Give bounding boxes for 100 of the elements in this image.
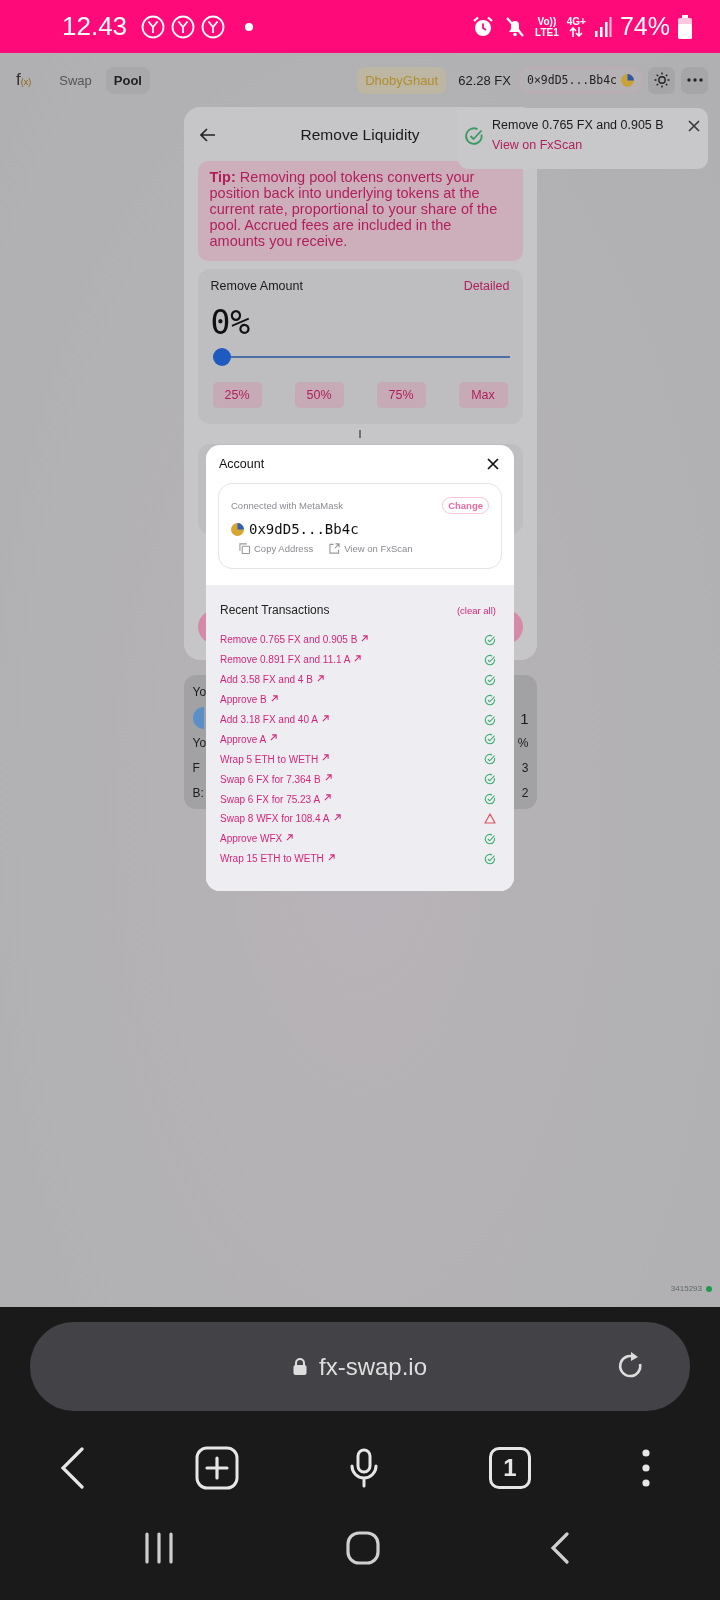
y-circle-icon bbox=[171, 14, 196, 39]
check-circle-icon bbox=[484, 832, 496, 845]
position-label: Yo bbox=[192, 685, 207, 699]
more-button[interactable] bbox=[681, 66, 708, 94]
arrow-up-right-icon bbox=[324, 794, 332, 802]
check-circle-icon bbox=[484, 693, 496, 706]
check-circle-icon bbox=[484, 713, 496, 726]
check-circle-icon bbox=[484, 653, 496, 666]
position-label: B: bbox=[192, 786, 204, 800]
copy-icon bbox=[239, 543, 250, 554]
detailed-link[interactable]: Detailed bbox=[463, 279, 510, 293]
check-circle-icon bbox=[484, 852, 496, 865]
preset-button[interactable]: Max bbox=[458, 382, 508, 408]
tabs-button[interactable]: 1 bbox=[489, 1447, 531, 1489]
check-circle-icon bbox=[484, 733, 496, 746]
y-circle-icon bbox=[141, 14, 166, 39]
close-button[interactable] bbox=[688, 120, 700, 132]
section-title: Recent Transactions bbox=[220, 603, 330, 617]
status-dot-icon bbox=[706, 1285, 712, 1292]
more-icon[interactable] bbox=[642, 1449, 650, 1487]
balance-text: 62.28 FX bbox=[458, 72, 511, 88]
check-circle-icon bbox=[484, 773, 496, 786]
transaction-link[interactable]: Remove 0.765 FX and 0.905 B bbox=[220, 634, 369, 646]
transaction-link[interactable]: Add 3.18 FX and 40 A bbox=[220, 714, 329, 725]
transaction-link[interactable]: Approve B bbox=[220, 694, 278, 706]
arrow-up-right-icon bbox=[322, 754, 330, 762]
clock-time: 12.43 bbox=[62, 11, 128, 42]
tip-text: Tip: Removing pool tokens converts your position back into underlying tokens at the current rate, proportional to your share of the pool. Accrued fees are included in the amounts you receive. bbox=[197, 161, 523, 261]
close-icon bbox=[688, 120, 700, 132]
arrow-up-right-icon bbox=[333, 813, 341, 821]
close-button[interactable] bbox=[487, 458, 499, 470]
data-arrows-icon bbox=[569, 27, 584, 37]
slider-thumb[interactable] bbox=[212, 348, 231, 366]
arrow-up-right-icon bbox=[324, 774, 332, 782]
transaction-link[interactable]: Add 3.58 FX and 4 B bbox=[220, 674, 324, 686]
network-label: Vo)) bbox=[537, 15, 557, 27]
position-value: % bbox=[517, 736, 529, 750]
connection-label: Connected with MetaMask bbox=[231, 500, 343, 511]
clear-all-link[interactable]: (clear all) bbox=[456, 604, 496, 616]
arrow-up-right-icon bbox=[316, 674, 324, 682]
transaction-link[interactable]: Wrap 15 ETH to WETH bbox=[220, 853, 335, 865]
transaction-link[interactable]: Swap 8 WFX for 108.4 A bbox=[220, 813, 341, 825]
dot-icon bbox=[245, 22, 254, 31]
check-circle-icon bbox=[484, 793, 496, 806]
position-label: F bbox=[192, 761, 200, 775]
back-button[interactable] bbox=[197, 126, 218, 144]
arrow-up-right-icon bbox=[270, 694, 278, 702]
back-icon[interactable] bbox=[60, 1447, 84, 1489]
theme-button[interactable] bbox=[648, 66, 675, 94]
nav-tab[interactable]: Swap bbox=[51, 66, 100, 94]
change-button[interactable]: Change bbox=[442, 497, 489, 514]
microphone-icon[interactable] bbox=[350, 1448, 378, 1488]
transaction-link[interactable]: Remove 0.891 FX and 11.1 A bbox=[220, 654, 362, 666]
lock-icon bbox=[292, 1358, 307, 1375]
explorer-link[interactable]: View on FxScan bbox=[492, 138, 583, 152]
preset-button[interactable]: 25% bbox=[212, 382, 262, 408]
dialog-title: Account bbox=[219, 457, 265, 471]
arrow-up-right-icon bbox=[354, 654, 362, 662]
block-number: 3415293 bbox=[670, 1284, 702, 1293]
url-text: fx-swap.io bbox=[318, 1352, 427, 1381]
wallet-avatar-icon bbox=[621, 73, 634, 87]
position-label: Yo bbox=[192, 736, 207, 750]
copy-address-link[interactable]: Copy Address bbox=[239, 543, 314, 554]
arrow-up-right-icon bbox=[286, 833, 294, 841]
back-icon[interactable] bbox=[550, 1532, 570, 1564]
logo[interactable]: f(x) bbox=[16, 70, 32, 90]
transaction-link[interactable]: Approve WFX bbox=[220, 833, 294, 845]
explorer-link[interactable]: View on FxScan bbox=[329, 543, 413, 554]
transaction-link[interactable]: Approve A bbox=[220, 733, 278, 745]
network-label: LTE1 bbox=[535, 26, 559, 38]
position-value: 2 bbox=[521, 786, 529, 800]
signal-icon bbox=[593, 15, 612, 38]
sun-icon bbox=[653, 72, 670, 88]
position-value: 1 bbox=[520, 709, 529, 727]
network-label: 4G+ bbox=[566, 16, 586, 27]
amount-label: Remove Amount bbox=[210, 279, 303, 293]
wallet-button[interactable]: 0×9dD5...Bb4c bbox=[519, 67, 642, 93]
preset-button[interactable]: 75% bbox=[376, 382, 426, 408]
position-value: 3 bbox=[521, 761, 529, 775]
wallet-avatar-icon bbox=[231, 522, 244, 536]
preset-button[interactable]: 50% bbox=[294, 382, 344, 408]
nav-tab[interactable]: Pool bbox=[105, 66, 150, 94]
recent-apps-icon[interactable] bbox=[143, 1532, 175, 1564]
address-bar[interactable]: fx-swap.io bbox=[30, 1322, 690, 1411]
transaction-link[interactable]: Wrap 5 ETH to WETH bbox=[220, 753, 330, 765]
check-circle-icon bbox=[464, 126, 484, 146]
percent-value: 0% bbox=[210, 303, 252, 342]
new-tab-icon[interactable] bbox=[195, 1446, 239, 1490]
battery-icon bbox=[678, 14, 692, 39]
wallet-address: 0x9dD5...Bb4c bbox=[249, 521, 359, 537]
transaction-link[interactable]: Swap 6 FX for 75.23 A bbox=[220, 793, 332, 805]
check-circle-icon bbox=[484, 633, 496, 646]
arrow-up-right-icon bbox=[321, 714, 329, 722]
battery-percent: 74% bbox=[619, 12, 670, 41]
external-link-icon bbox=[329, 543, 341, 554]
check-circle-icon bbox=[484, 673, 496, 686]
check-circle-icon bbox=[484, 753, 496, 766]
home-icon[interactable] bbox=[345, 1531, 380, 1565]
transaction-link[interactable]: Swap 6 FX for 7.364 B bbox=[220, 773, 332, 785]
arrow-up-right-icon bbox=[361, 634, 369, 642]
